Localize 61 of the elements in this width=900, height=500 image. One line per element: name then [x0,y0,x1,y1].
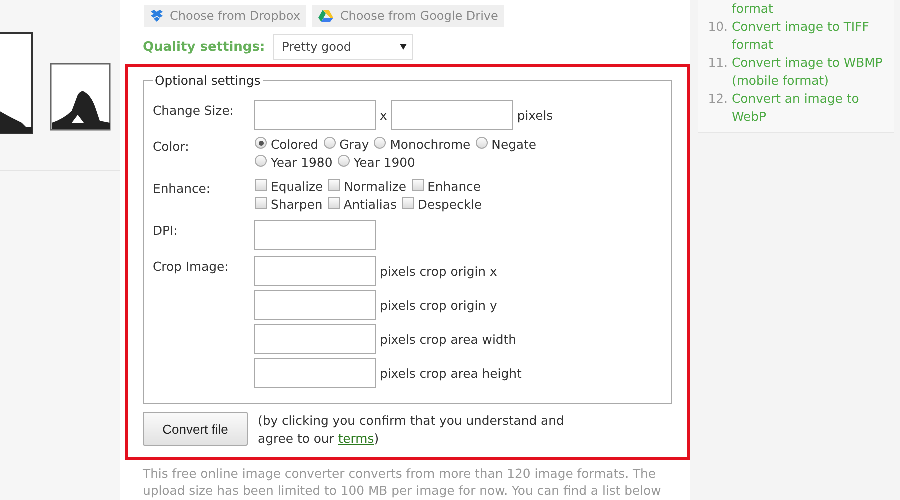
terms-link[interactable]: terms [338,431,374,446]
terms-note: (by clicking you confirm that you understand and agree to our terms) [258,412,566,448]
radio-button[interactable] [255,137,267,149]
list-number: 10. [708,18,729,36]
convert-button[interactable]: Convert file [143,412,248,446]
checkbox-label: Despeckle [418,196,482,214]
panel-legend: Optional settings [153,73,263,88]
crop-field[interactable] [254,358,376,388]
checkbox[interactable] [412,179,424,191]
height-field[interactable] [391,100,514,130]
field-label: Change Size: [153,102,234,120]
width-field[interactable] [254,100,376,130]
field-label: Color: [153,138,190,156]
radio-label: Gray [340,136,370,154]
field-hint: pixels crop origin x [380,264,498,278]
quality-label: Quality settings: [143,40,266,54]
quality-dropdown[interactable]: Pretty good [273,34,414,60]
dropbox-button[interactable]: Choose from Dropbox [144,5,306,27]
radio-button[interactable] [324,137,336,149]
checkbox[interactable] [255,197,267,209]
field-hint: pixels crop area width [380,332,516,346]
radio-label: Year 1980 [271,154,333,172]
times-sign: x [380,108,388,122]
field-label: Crop Image: [153,258,229,276]
radio-label: Year 1900 [354,154,416,172]
checkbox-label: Equalize [271,178,324,196]
crop-field[interactable] [254,324,376,354]
list-number: 11. [708,54,729,72]
checkbox-label: Antialias [344,196,397,214]
checkbox[interactable] [328,197,340,209]
crop-field[interactable] [254,290,376,320]
field-label: DPI: [153,222,178,240]
caret-icon [400,44,408,50]
sidebar-link[interactable]: format [732,0,894,18]
checkbox-label: Normalize [344,178,407,196]
intro-paragraph: This free online image converter converts from more than 120 image formats. The upload size has been limited to 100 MB per image for now. You can find a list below [143,465,662,499]
list-number: 12. [708,90,729,108]
checkbox[interactable] [255,179,267,191]
box-icon [150,9,164,23]
field-label: Enhance: [153,180,211,198]
checkbox[interactable] [402,197,414,209]
radio-button[interactable] [476,137,488,149]
unit-label: pixels [517,108,554,122]
checkbox-label: Sharpen [271,196,323,214]
checkbox-label: Enhance [428,178,481,196]
radio-button[interactable] [255,155,267,167]
sidebar-link[interactable]: Convert image to WBMP (mobile format) [732,54,894,90]
field-hint: pixels crop area height [380,366,522,380]
google-drive-button[interactable]: Choose from Google Drive [312,5,504,27]
sidebar-link[interactable]: Convert an image to WebP [732,90,894,126]
radio-label: Negate [492,136,537,154]
radio-button[interactable] [374,137,386,149]
dpi-field[interactable] [254,220,376,250]
field-hint: pixels crop origin y [380,298,498,312]
crop-field[interactable] [254,256,376,286]
sidebar-link[interactable]: Convert image to TIFF format [732,18,894,54]
radio-label: Colored [271,136,319,154]
triangle-icon [318,9,334,23]
radio-button[interactable] [338,155,350,167]
checkbox[interactable] [328,179,340,191]
radio-label: Monochrome [390,136,471,154]
